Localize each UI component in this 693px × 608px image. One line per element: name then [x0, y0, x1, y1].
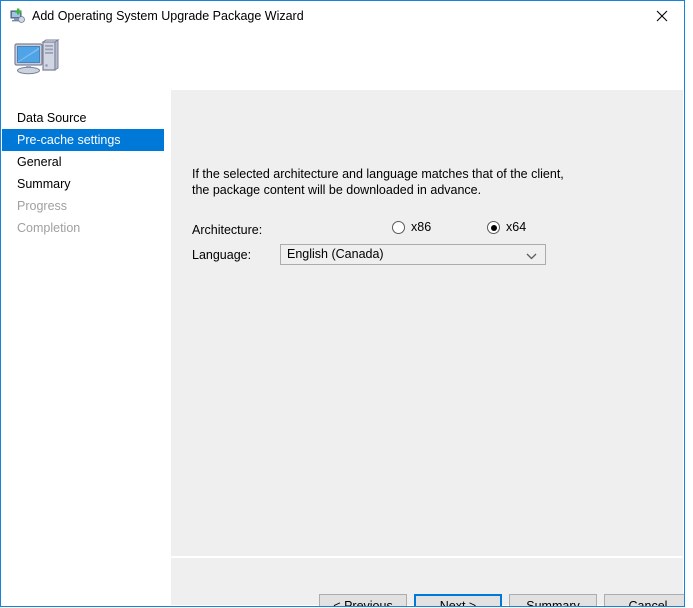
- sidebar-item-label: General: [17, 155, 62, 169]
- language-row: Language: English (Canada): [192, 244, 592, 266]
- wizard-step-list: Data Source Pre-cache settings General S…: [2, 90, 164, 605]
- desktop-backdrop: [685, 0, 693, 608]
- description-text: If the selected architecture and languag…: [192, 167, 564, 197]
- language-label: Language:: [192, 248, 252, 262]
- next-button[interactable]: Next >: [414, 594, 502, 606]
- radio-x64[interactable]: x64: [487, 221, 526, 234]
- language-selected-value: English (Canada): [287, 247, 384, 261]
- previous-button[interactable]: < Previous: [319, 594, 407, 606]
- radio-x86-label: x86: [411, 220, 432, 234]
- package-wizard-icon: [10, 8, 26, 24]
- sidebar-item-summary[interactable]: Summary: [2, 173, 164, 195]
- sidebar-item-pre-cache-settings[interactable]: Pre-cache settings: [2, 129, 164, 151]
- title-bar: Add Operating System Upgrade Package Wiz…: [1, 1, 684, 31]
- cancel-button[interactable]: Cancel: [604, 594, 684, 606]
- language-dropdown[interactable]: English (Canada): [280, 244, 546, 265]
- window-title: Add Operating System Upgrade Package Wiz…: [32, 9, 304, 23]
- sidebar-item-progress: Progress: [2, 195, 164, 217]
- summary-button[interactable]: Summary: [509, 594, 597, 606]
- radio-x64-label: x64: [506, 220, 527, 234]
- architecture-label: Architecture:: [192, 223, 263, 237]
- sidebar-item-label: Completion: [17, 221, 81, 235]
- radio-x86[interactable]: x86: [392, 221, 431, 234]
- sidebar-item-label: Data Source: [17, 111, 87, 125]
- wizard-window: Add Operating System Upgrade Package Wiz…: [0, 0, 685, 607]
- close-button[interactable]: [639, 1, 684, 30]
- architecture-row: Architecture: x86 x64: [192, 221, 592, 241]
- close-icon: [656, 10, 667, 21]
- sidebar-item-completion: Completion: [2, 217, 164, 239]
- sidebar-item-general[interactable]: General: [2, 151, 164, 173]
- sidebar-item-data-source[interactable]: Data Source: [2, 107, 164, 129]
- content-panel: If the selected architecture and languag…: [165, 90, 684, 606]
- computer-icon: [13, 39, 61, 83]
- wizard-header: Pre-cache settings: [1, 31, 684, 103]
- radio-mark-icon: [487, 221, 500, 234]
- wizard-footer: < Previous Next > Summary Cancel: [171, 558, 684, 606]
- sidebar-item-label: Summary: [17, 177, 71, 191]
- chevron-down-icon: [526, 250, 537, 260]
- sidebar-item-label: Progress: [17, 199, 68, 213]
- radio-mark-icon: [392, 221, 405, 234]
- sidebar-item-label: Pre-cache settings: [17, 133, 121, 147]
